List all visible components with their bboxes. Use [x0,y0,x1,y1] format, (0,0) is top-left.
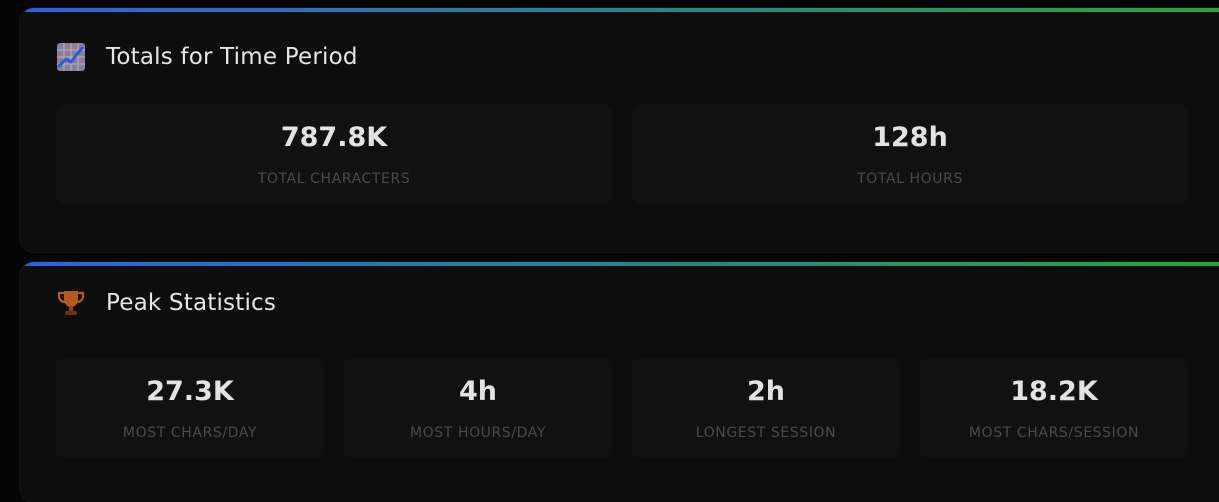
stat-card-longest-session: 2h LONGEST SESSION [632,358,900,458]
accent-bar [20,8,1219,12]
panel-title: Totals for Time Period [106,44,358,70]
stat-label: TOTAL HOURS [857,171,963,187]
stat-card-total-hours: 128h TOTAL HOURS [632,104,1188,204]
stat-label: LONGEST SESSION [695,425,837,441]
stat-card-most-chars-day: 27.3K MOST CHARS/DAY [56,358,324,458]
stat-label: TOTAL CHARACTERS [257,171,411,187]
stat-value: 4h [458,376,497,407]
stat-card-most-chars-session: 18.2K MOST CHARS/SESSION [920,358,1188,458]
panel-header: Peak Statistics [56,288,276,318]
panel-title: Peak Statistics [106,290,277,316]
stat-value: 787.8K [280,122,388,153]
peak-statistics-panel: Peak Statistics 27.3K MOST CHARS/DAY 4h … [20,262,1219,502]
panel-header: Totals for Time Period [56,42,358,72]
chart-increasing-icon [56,42,86,72]
stat-value: 18.2K [1010,376,1098,407]
stat-label: MOST HOURS/DAY [409,425,547,441]
stat-value: 2h [746,376,785,407]
stat-value: 128h [872,122,948,153]
stat-label: MOST CHARS/SESSION [968,425,1140,441]
accent-bar [20,262,1219,266]
stat-card-most-hours-day: 4h MOST HOURS/DAY [344,358,612,458]
stat-label: MOST CHARS/DAY [122,425,258,441]
stat-value: 27.3K [146,376,234,407]
trophy-icon [56,288,86,318]
stat-card-total-characters: 787.8K TOTAL CHARACTERS [56,104,612,204]
totals-panel: Totals for Time Period 787.8K TOTAL CHAR… [20,8,1219,252]
